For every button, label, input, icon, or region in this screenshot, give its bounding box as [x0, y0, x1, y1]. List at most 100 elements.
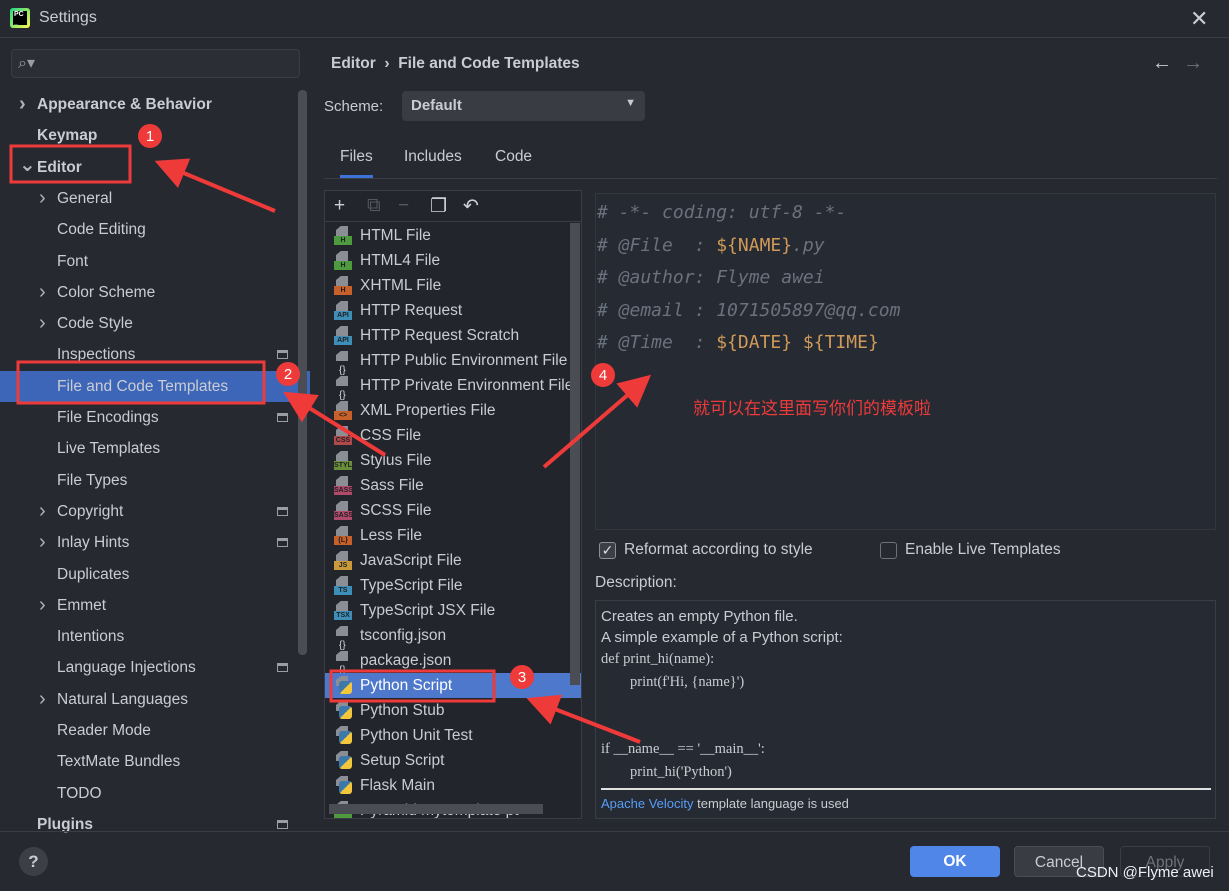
- file-type-icon: H: [334, 276, 352, 295]
- chevron-right-icon[interactable]: ›: [39, 590, 46, 621]
- chevron-down-icon: ▼: [625, 97, 636, 109]
- sidebar-item-todo[interactable]: TODO: [0, 778, 300, 809]
- template-item[interactable]: Flask Main: [325, 773, 581, 798]
- template-item[interactable]: {L} Less File: [325, 523, 581, 548]
- sidebar-item-font[interactable]: Font: [0, 246, 300, 277]
- sidebar-item-label: TextMate Bundles: [57, 753, 181, 771]
- template-item[interactable]: {} package.json: [325, 648, 581, 676]
- sidebar-item-label: General: [57, 189, 113, 207]
- template-label: Less File: [360, 527, 423, 544]
- chevron-down-icon[interactable]: ⌄: [19, 150, 36, 181]
- sidebar-item-code-style[interactable]: › Code Style: [0, 308, 300, 339]
- live-templates-checkbox[interactable]: [880, 542, 897, 559]
- sidebar-scrollbar[interactable]: [298, 90, 307, 655]
- sidebar-item-language-injections[interactable]: Language Injections: [0, 652, 300, 683]
- file-type-icon: SASS: [334, 476, 353, 495]
- sidebar-item-file-encodings[interactable]: File Encodings: [0, 402, 300, 433]
- template-item[interactable]: {} tsconfig.json: [325, 623, 581, 651]
- chevron-right-icon[interactable]: ›: [39, 277, 46, 308]
- sidebar-item-color-scheme[interactable]: › Color Scheme: [0, 277, 300, 308]
- editor-line: # @email : 1071505897@qq.com: [597, 300, 1215, 333]
- sidebar-item-code-editing[interactable]: Code Editing: [0, 214, 300, 245]
- tab-includes[interactable]: Includes: [404, 148, 462, 178]
- sidebar-item-label: Code Editing: [57, 221, 146, 239]
- sidebar-item-inlay-hints[interactable]: › Inlay Hints: [0, 527, 300, 558]
- tab-files[interactable]: Files: [340, 148, 373, 178]
- sidebar-item-general[interactable]: › General: [0, 183, 300, 214]
- sidebar-item-copyright[interactable]: › Copyright: [0, 496, 300, 527]
- chevron-right-icon[interactable]: ›: [39, 308, 46, 339]
- close-icon[interactable]: ✕: [1190, 6, 1208, 32]
- apache-velocity-link[interactable]: Apache Velocity: [601, 796, 694, 811]
- sidebar-item-emmet[interactable]: › Emmet: [0, 590, 300, 621]
- template-item[interactable]: API HTTP Request: [325, 298, 581, 323]
- template-item[interactable]: Python Stub: [325, 698, 581, 723]
- sidebar-item-reader-mode[interactable]: Reader Mode: [0, 715, 300, 746]
- sidebar-item-label: File Types: [57, 471, 128, 489]
- comment-text: [792, 332, 803, 353]
- template-item[interactable]: H HTML4 File: [325, 248, 581, 273]
- add-icon[interactable]: +: [334, 195, 345, 217]
- template-item[interactable]: Python Unit Test: [325, 723, 581, 748]
- watermark: CSDN @Flyme awei: [1076, 864, 1214, 881]
- chevron-right-icon[interactable]: ›: [39, 527, 46, 558]
- breadcrumb-parent[interactable]: Editor: [331, 55, 376, 72]
- sidebar-item-live-templates[interactable]: Live Templates: [0, 433, 300, 464]
- template-item[interactable]: TSX TypeScript JSX File: [325, 598, 581, 623]
- help-button[interactable]: ?: [19, 847, 48, 876]
- template-label: package.json: [360, 652, 452, 669]
- template-item[interactable]: SASS SCSS File: [325, 498, 581, 523]
- template-editor[interactable]: # -*- coding: utf-8 -*- # @File : ${NAME}…: [595, 193, 1216, 530]
- reformat-label[interactable]: Reformat according to style: [624, 541, 813, 559]
- sidebar-item-natural-languages[interactable]: › Natural Languages: [0, 684, 300, 715]
- description-line: Creates an empty Python file.: [601, 608, 798, 625]
- template-item[interactable]: H HTML File: [325, 223, 581, 248]
- sidebar-item-label: Intentions: [57, 628, 125, 646]
- reset-icon[interactable]: ↶: [463, 195, 479, 218]
- template-item[interactable]: H XHTML File: [325, 273, 581, 298]
- chevron-right-icon[interactable]: ›: [39, 684, 46, 715]
- template-item[interactable]: Python Script: [325, 673, 581, 698]
- sidebar-item-label: Copyright: [57, 502, 124, 520]
- sidebar-item-plugins[interactable]: Plugins: [0, 809, 300, 840]
- sidebar-item-editor[interactable]: ⌄ Editor: [0, 152, 300, 183]
- sidebar-item-label: Editor: [37, 158, 82, 176]
- chevron-right-icon[interactable]: ›: [39, 496, 46, 527]
- sidebar-item-file-and-code-templates[interactable]: File and Code Templates: [0, 370, 310, 402]
- footer-divider: [0, 831, 1229, 832]
- file-type-icon: API: [334, 301, 352, 320]
- sidebar-item-appearance-behavior[interactable]: › Appearance & Behavior: [0, 89, 300, 120]
- template-item[interactable]: API HTTP Request Scratch: [325, 323, 581, 348]
- template-item[interactable]: Setup Script: [325, 748, 581, 773]
- scheme-dropdown[interactable]: Default ▼: [402, 91, 645, 121]
- template-item[interactable]: {} HTTP Private Environment File: [325, 373, 581, 401]
- sidebar-item-intentions[interactable]: Intentions: [0, 621, 300, 652]
- sidebar-item-file-types[interactable]: File Types: [0, 465, 300, 496]
- template-item[interactable]: SASS Sass File: [325, 473, 581, 498]
- sidebar-item-textmate-bundles[interactable]: TextMate Bundles: [0, 746, 300, 777]
- template-item[interactable]: JS JavaScript File: [325, 548, 581, 573]
- copy-icon[interactable]: ❐: [430, 195, 447, 218]
- live-templates-label[interactable]: Enable Live Templates: [905, 541, 1061, 559]
- list-horizontal-scrollbar[interactable]: [329, 804, 543, 814]
- sidebar-item-keymap[interactable]: Keymap: [0, 120, 300, 151]
- template-item[interactable]: {} HTTP Public Environment File: [325, 348, 581, 376]
- forward-arrow-icon[interactable]: →: [1183, 52, 1203, 74]
- sidebar-item-label: TODO: [57, 784, 102, 802]
- list-vertical-scrollbar[interactable]: [570, 223, 580, 685]
- chevron-right-icon[interactable]: ›: [39, 183, 46, 214]
- chevron-right-icon[interactable]: ›: [19, 89, 26, 120]
- template-item[interactable]: STYL Stylus File: [325, 448, 581, 473]
- template-item[interactable]: CSS CSS File: [325, 423, 581, 448]
- settings-search-input[interactable]: ⌕▾: [11, 49, 300, 78]
- sidebar-item-duplicates[interactable]: Duplicates: [0, 559, 300, 590]
- sidebar-item-label: Natural Languages: [57, 690, 188, 708]
- back-arrow-icon[interactable]: ←: [1152, 52, 1172, 74]
- tab-code[interactable]: Code: [495, 148, 532, 178]
- template-item[interactable]: TS TypeScript File: [325, 573, 581, 598]
- sidebar-item-inspections[interactable]: Inspections: [0, 339, 300, 370]
- reformat-checkbox[interactable]: ✓: [599, 542, 616, 559]
- template-item[interactable]: <> XML Properties File: [325, 398, 581, 423]
- ok-button[interactable]: OK: [910, 846, 1000, 877]
- project-scope-icon: [277, 506, 288, 516]
